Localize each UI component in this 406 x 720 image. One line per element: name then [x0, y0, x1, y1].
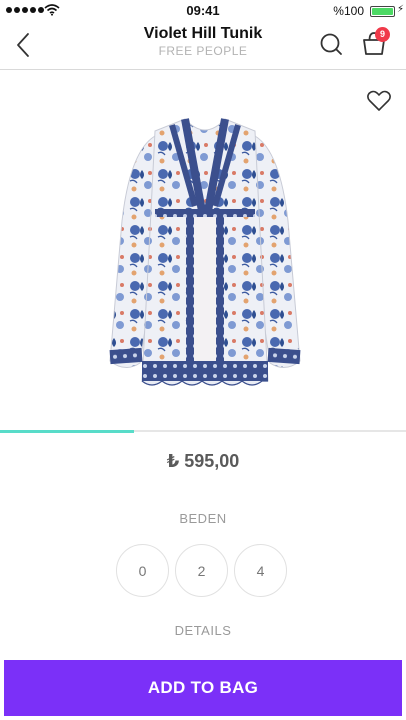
heart-icon[interactable] — [366, 89, 392, 113]
search-icon[interactable] — [318, 31, 344, 57]
cart-count-badge: 9 — [375, 27, 390, 42]
back-icon[interactable] — [10, 30, 40, 60]
status-bar: 09:41 %100 ⚡ — [0, 0, 406, 22]
battery-percentage: %100 — [333, 4, 364, 18]
title-block: Violet Hill Tunik FREE PEOPLE — [90, 25, 316, 58]
brand-name: FREE PEOPLE — [158, 44, 248, 58]
product-title: Violet Hill Tunik — [143, 25, 263, 42]
size-option-2[interactable]: 2 — [175, 544, 228, 597]
add-to-bag-button[interactable]: ADD TO BAG — [4, 660, 402, 716]
size-option-0[interactable]: 0 — [116, 544, 169, 597]
size-options: 0 2 4 — [116, 544, 287, 597]
gallery-progress-track — [0, 430, 406, 433]
product-price: ₺ 595,00 — [166, 451, 240, 471]
battery-icon — [370, 6, 395, 17]
charging-icon: ⚡ — [396, 4, 404, 15]
product-image — [109, 118, 301, 386]
size-label: BEDEN — [179, 511, 227, 526]
product-gallery[interactable] — [0, 71, 406, 431]
details-link[interactable]: DETAILS — [0, 623, 406, 638]
size-option-4[interactable]: 4 — [234, 544, 287, 597]
navigation-bar: Violet Hill Tunik FREE PEOPLE 9 — [0, 22, 406, 70]
gallery-progress-fill — [0, 430, 134, 433]
